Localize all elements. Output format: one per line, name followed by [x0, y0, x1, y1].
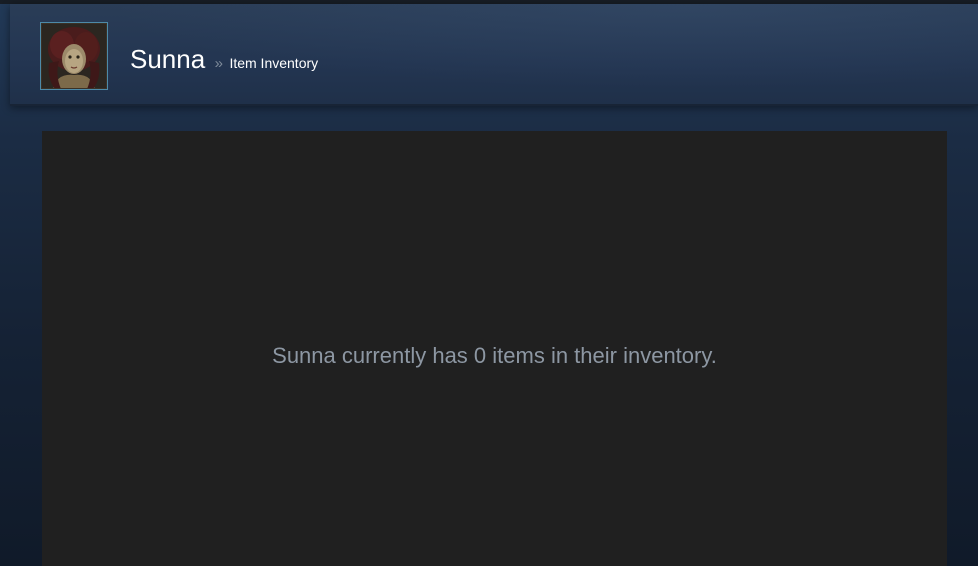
page-title: Item Inventory [229, 55, 319, 71]
user-avatar-icon [41, 23, 107, 89]
user-avatar[interactable] [40, 22, 108, 90]
inventory-panel: Sunna currently has 0 items in their inv… [42, 131, 947, 566]
header-title-row: Sunna » Item Inventory [130, 44, 318, 75]
breadcrumb-separator: » [214, 55, 223, 72]
persona-name-link[interactable]: Sunna [130, 44, 205, 74]
empty-inventory-message: Sunna currently has 0 items in their inv… [272, 343, 717, 368]
